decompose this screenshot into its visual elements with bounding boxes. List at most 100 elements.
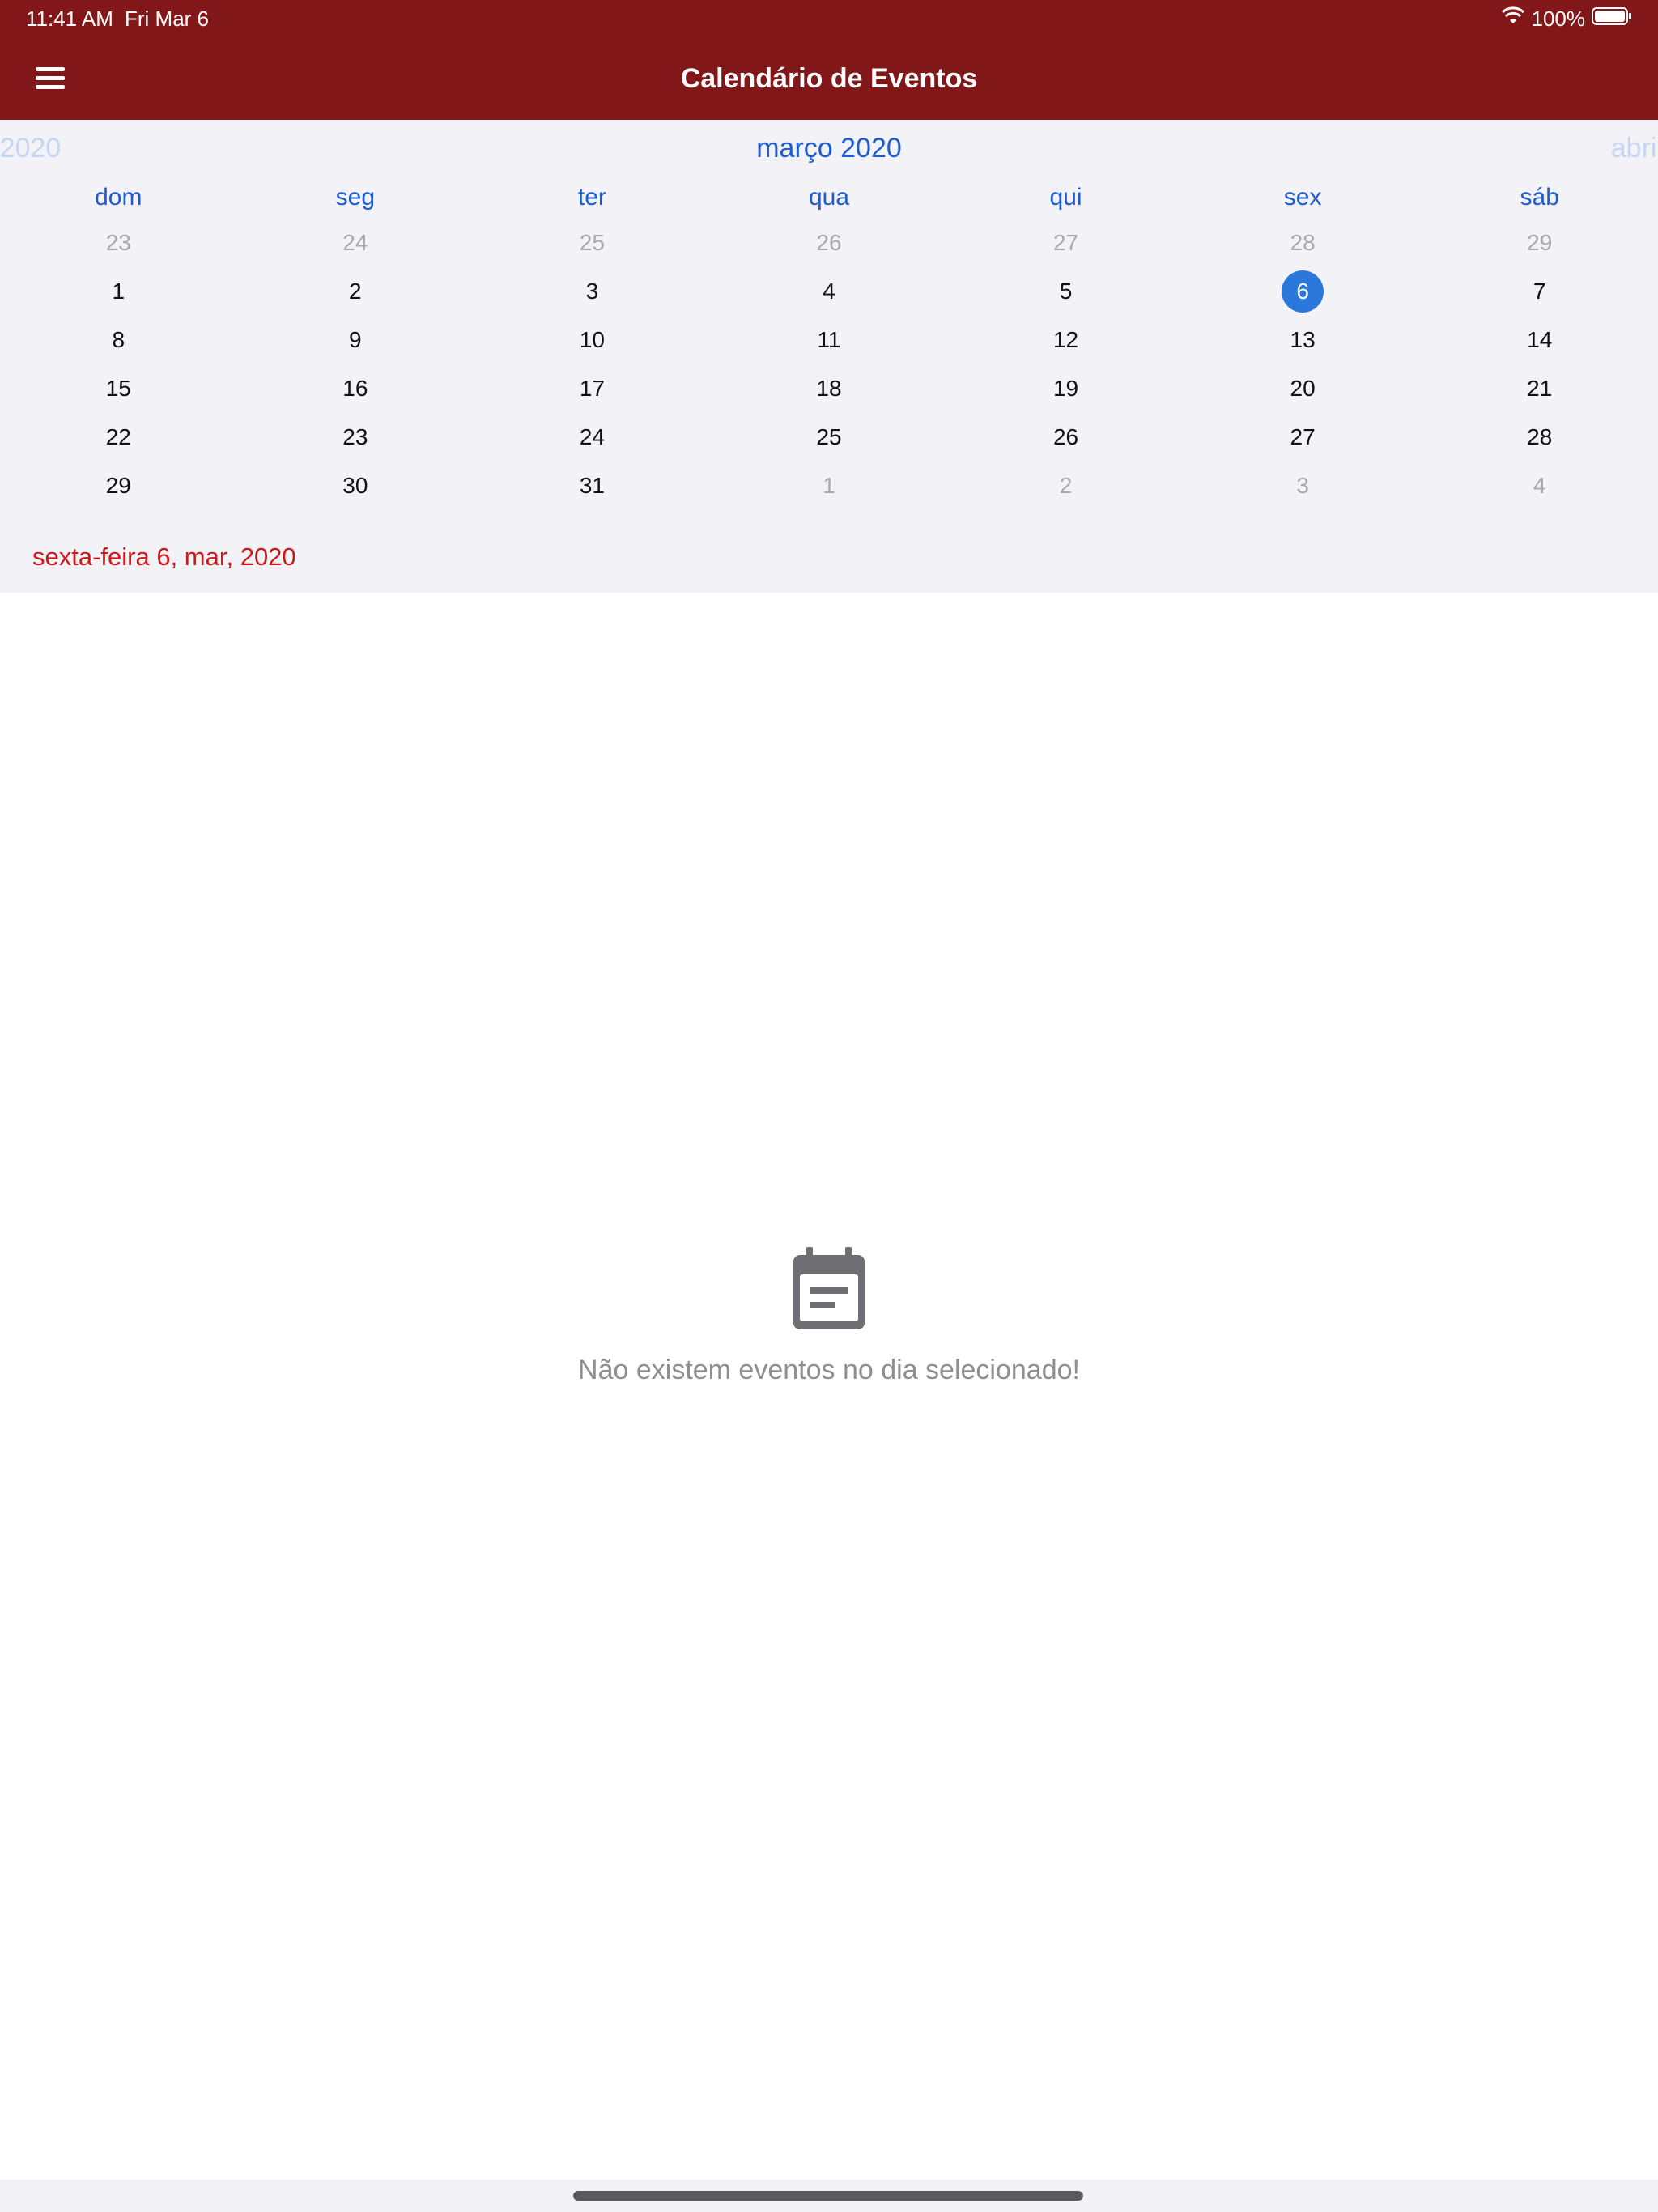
calendar-day[interactable]: 25: [711, 413, 948, 462]
day-number: 23: [342, 424, 368, 449]
calendar-day[interactable]: 5: [947, 267, 1184, 316]
next-month-label[interactable]: abril: [1611, 133, 1658, 164]
calendar-event-icon: [790, 1247, 868, 1331]
calendar-day[interactable]: 3: [474, 267, 711, 316]
day-number: 1: [112, 279, 125, 304]
calendar-day[interactable]: 3: [1184, 462, 1422, 510]
calendar-day[interactable]: 27: [947, 219, 1184, 267]
calendar-day[interactable]: 4: [711, 267, 948, 316]
hamburger-menu-icon: [36, 66, 65, 94]
status-date: Fri Mar 6: [125, 6, 209, 31]
day-number: 19: [1052, 376, 1079, 401]
day-number: 11: [817, 327, 841, 352]
calendar-day[interactable]: 23: [237, 413, 474, 462]
prev-month-label[interactable]: ro 2020: [0, 133, 61, 164]
calendar-day[interactable]: 29: [0, 462, 237, 510]
page-title: Calendário de Eventos: [680, 63, 978, 94]
day-number: 12: [1052, 327, 1079, 352]
weekday-label: dom: [95, 184, 142, 211]
day-number: 31: [579, 473, 605, 498]
day-number: 14: [1527, 327, 1553, 352]
calendar-day[interactable]: 26: [711, 219, 948, 267]
calendar-day[interactable]: 19: [947, 364, 1184, 413]
day-number: 2: [349, 279, 362, 304]
calendar-day[interactable]: 24: [237, 219, 474, 267]
calendar-day[interactable]: 16: [237, 364, 474, 413]
weekday-header: dom seg ter qua qui sex sáb: [0, 181, 1658, 214]
day-number: 25: [579, 230, 605, 255]
calendar-day[interactable]: 29: [1421, 219, 1658, 267]
day-number: 26: [816, 230, 842, 255]
calendar-day[interactable]: 12: [947, 316, 1184, 364]
day-number: 29: [105, 473, 131, 498]
calendar-day[interactable]: 1: [711, 462, 948, 510]
calendar-day[interactable]: 2: [947, 462, 1184, 510]
day-number: 27: [1290, 424, 1316, 449]
calendar-day[interactable]: 17: [474, 364, 711, 413]
day-number: 9: [349, 327, 362, 352]
weekday-label: ter: [577, 184, 606, 211]
calendar-day[interactable]: 21: [1421, 364, 1658, 413]
day-number: 24: [342, 230, 368, 255]
calendar-day[interactable]: 18: [711, 364, 948, 413]
day-number: 10: [579, 327, 605, 352]
calendar-day[interactable]: 8: [0, 316, 237, 364]
day-number: 3: [585, 279, 599, 304]
day-number: 8: [112, 327, 125, 352]
empty-state-message: Não existem eventos no dia selecionado!: [578, 1355, 1080, 1385]
calendar-day[interactable]: 15: [0, 364, 237, 413]
wifi-icon: [1501, 6, 1525, 32]
calendar-day[interactable]: 13: [1184, 316, 1422, 364]
day-number: 24: [579, 424, 605, 449]
calendar: março 2020 ro 2020 abril dom seg ter qua…: [0, 120, 1658, 593]
battery-percent: 100%: [1531, 6, 1586, 31]
days-grid: 23 24 25 26 27 28 29 1 2 3 4 5 6 7 8 9 10 11 12 13 14 15 16 17 1…: [0, 219, 1658, 510]
day-number: 2: [1059, 473, 1073, 498]
calendar-day[interactable]: 25: [474, 219, 711, 267]
day-number: 17: [579, 376, 605, 401]
weekday-label: sáb: [1520, 184, 1559, 211]
day-number: 18: [816, 376, 842, 401]
status-time: 11:41 AM: [26, 6, 113, 31]
calendar-day[interactable]: 9: [237, 316, 474, 364]
day-number: 28: [1290, 230, 1316, 255]
selected-day-number: 6: [1282, 270, 1324, 313]
day-number: 25: [816, 424, 842, 449]
calendar-day[interactable]: 26: [947, 413, 1184, 462]
day-number: 1: [823, 473, 835, 498]
calendar-day[interactable]: 23: [0, 219, 237, 267]
calendar-day[interactable]: 7: [1421, 267, 1658, 316]
calendar-day[interactable]: 31: [474, 462, 711, 510]
calendar-day[interactable]: 6: [1184, 267, 1422, 316]
calendar-day[interactable]: 24: [474, 413, 711, 462]
day-number: 27: [1052, 230, 1079, 255]
calendar-day[interactable]: 28: [1421, 413, 1658, 462]
calendar-day[interactable]: 4: [1421, 462, 1658, 510]
calendar-day[interactable]: 22: [0, 413, 237, 462]
home-indicator-area: [0, 2180, 1658, 2212]
day-number: 22: [105, 424, 131, 449]
day-number: 30: [342, 473, 368, 498]
day-number: 3: [1296, 473, 1309, 498]
calendar-day[interactable]: 28: [1184, 219, 1422, 267]
day-number: 23: [105, 230, 131, 255]
calendar-day[interactable]: 14: [1421, 316, 1658, 364]
calendar-day[interactable]: 20: [1184, 364, 1422, 413]
menu-button[interactable]: [32, 62, 68, 97]
day-number: 21: [1527, 376, 1553, 401]
calendar-day[interactable]: 27: [1184, 413, 1422, 462]
empty-state: Não existem eventos no dia selecionado!: [0, 1247, 1658, 1386]
weekday-label: sex: [1283, 184, 1322, 211]
calendar-day[interactable]: 11: [711, 316, 948, 364]
day-number: 28: [1527, 424, 1553, 449]
day-number: 5: [1059, 279, 1073, 304]
calendar-day[interactable]: 10: [474, 316, 711, 364]
home-indicator[interactable]: [573, 2191, 1083, 2201]
calendar-day[interactable]: 1: [0, 267, 237, 316]
day-number: 13: [1290, 327, 1316, 352]
calendar-day[interactable]: 2: [237, 267, 474, 316]
day-number: 7: [1533, 279, 1546, 304]
calendar-day[interactable]: 30: [237, 462, 474, 510]
day-number: 16: [342, 376, 368, 401]
navigation-bar: Calendário de Eventos: [0, 37, 1658, 120]
